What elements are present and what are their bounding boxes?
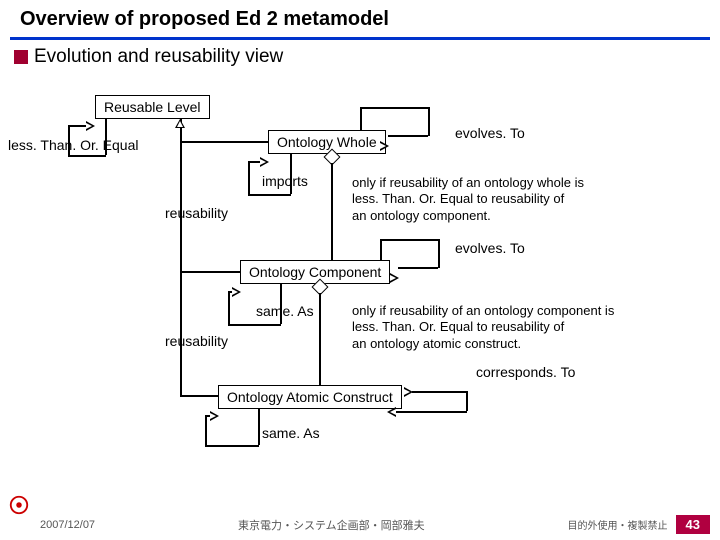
box-ontology-atomic: Ontology Atomic Construct xyxy=(218,385,402,409)
line xyxy=(438,239,440,268)
line xyxy=(180,354,182,396)
note-line: only if reusability of an ontology compo… xyxy=(352,303,614,319)
note-line: less. Than. Or. Equal to reusability of xyxy=(352,191,584,207)
line xyxy=(290,154,292,194)
note-line: less. Than. Or. Equal to reusability of xyxy=(352,319,614,335)
footer-date: 2007/12/07 xyxy=(40,519,95,531)
note-1: only if reusability of an ontology whole… xyxy=(352,175,584,224)
label-reusability-2: reusability xyxy=(165,333,228,349)
line xyxy=(105,119,107,155)
line xyxy=(466,391,468,411)
line xyxy=(360,107,429,109)
arrow-icon xyxy=(86,121,95,131)
label-sameas-2: same. As xyxy=(262,425,320,441)
box-ontology-whole: Ontology Whole xyxy=(268,130,386,154)
box-ontology-component: Ontology Component xyxy=(240,260,390,284)
footer-right: 目的外使用・複製禁止 xyxy=(568,517,668,532)
slide-title: Overview of proposed Ed 2 metamodel xyxy=(20,8,700,31)
line xyxy=(228,291,230,325)
label-evolvesto-2: evolves. To xyxy=(455,240,525,256)
footer: 2007/12/07 東京電力・システム企画部・岡部雅夫 目的外使用・複製禁止 … xyxy=(0,515,720,534)
line xyxy=(248,194,291,196)
title-rule xyxy=(10,37,710,40)
line xyxy=(180,271,240,273)
line xyxy=(205,445,259,447)
line xyxy=(248,161,250,195)
line xyxy=(68,125,70,156)
label-correspondsto: corresponds. To xyxy=(476,364,575,380)
line xyxy=(180,141,268,143)
arrow-icon xyxy=(387,407,396,417)
line xyxy=(180,395,218,397)
page-number: 43 xyxy=(676,515,710,534)
diagram: Reusable Level less. Than. Or. Equal Ont… xyxy=(0,95,720,495)
arrow-icon xyxy=(210,411,219,421)
label-sameas-1: same. As xyxy=(256,303,314,319)
note-line: an ontology component. xyxy=(352,208,584,224)
footer-center: 東京電力・システム企画部・岡部雅夫 xyxy=(95,517,567,533)
note-line: only if reusability of an ontology whole… xyxy=(352,175,584,191)
arrow-icon xyxy=(380,141,389,151)
note-line: an ontology atomic construct. xyxy=(352,336,614,352)
line xyxy=(319,293,321,385)
line xyxy=(395,411,467,413)
arrow-icon xyxy=(260,157,269,167)
arrow-icon xyxy=(390,273,399,283)
slide: Overview of proposed Ed 2 metamodel Evol… xyxy=(0,0,720,540)
subtitle-row: Evolution and reusability view xyxy=(0,46,720,68)
subtitle: Evolution and reusability view xyxy=(34,46,283,68)
line xyxy=(412,391,466,393)
line xyxy=(428,107,430,136)
line xyxy=(380,239,382,260)
line xyxy=(280,284,282,324)
line xyxy=(228,324,281,326)
arrow-icon xyxy=(232,287,241,297)
line xyxy=(360,107,362,130)
line xyxy=(258,409,260,445)
line xyxy=(68,125,86,127)
label-imports: imports xyxy=(262,173,308,189)
title-area: Overview of proposed Ed 2 metamodel xyxy=(0,0,720,35)
line xyxy=(380,239,439,241)
label-evolvesto-1: evolves. To xyxy=(455,125,525,141)
arrow-icon xyxy=(175,119,185,128)
line xyxy=(398,267,438,269)
line xyxy=(331,163,333,260)
line xyxy=(68,155,106,157)
bullet-icon xyxy=(14,50,28,64)
line xyxy=(205,415,207,446)
box-reusable-level: Reusable Level xyxy=(95,95,210,119)
arrow-icon xyxy=(404,387,413,397)
line xyxy=(388,135,428,137)
label-lessthanorequal: less. Than. Or. Equal xyxy=(8,137,138,153)
label-reusability-1: reusability xyxy=(165,205,228,221)
logo-icon xyxy=(8,494,30,516)
note-2: only if reusability of an ontology compo… xyxy=(352,303,614,352)
